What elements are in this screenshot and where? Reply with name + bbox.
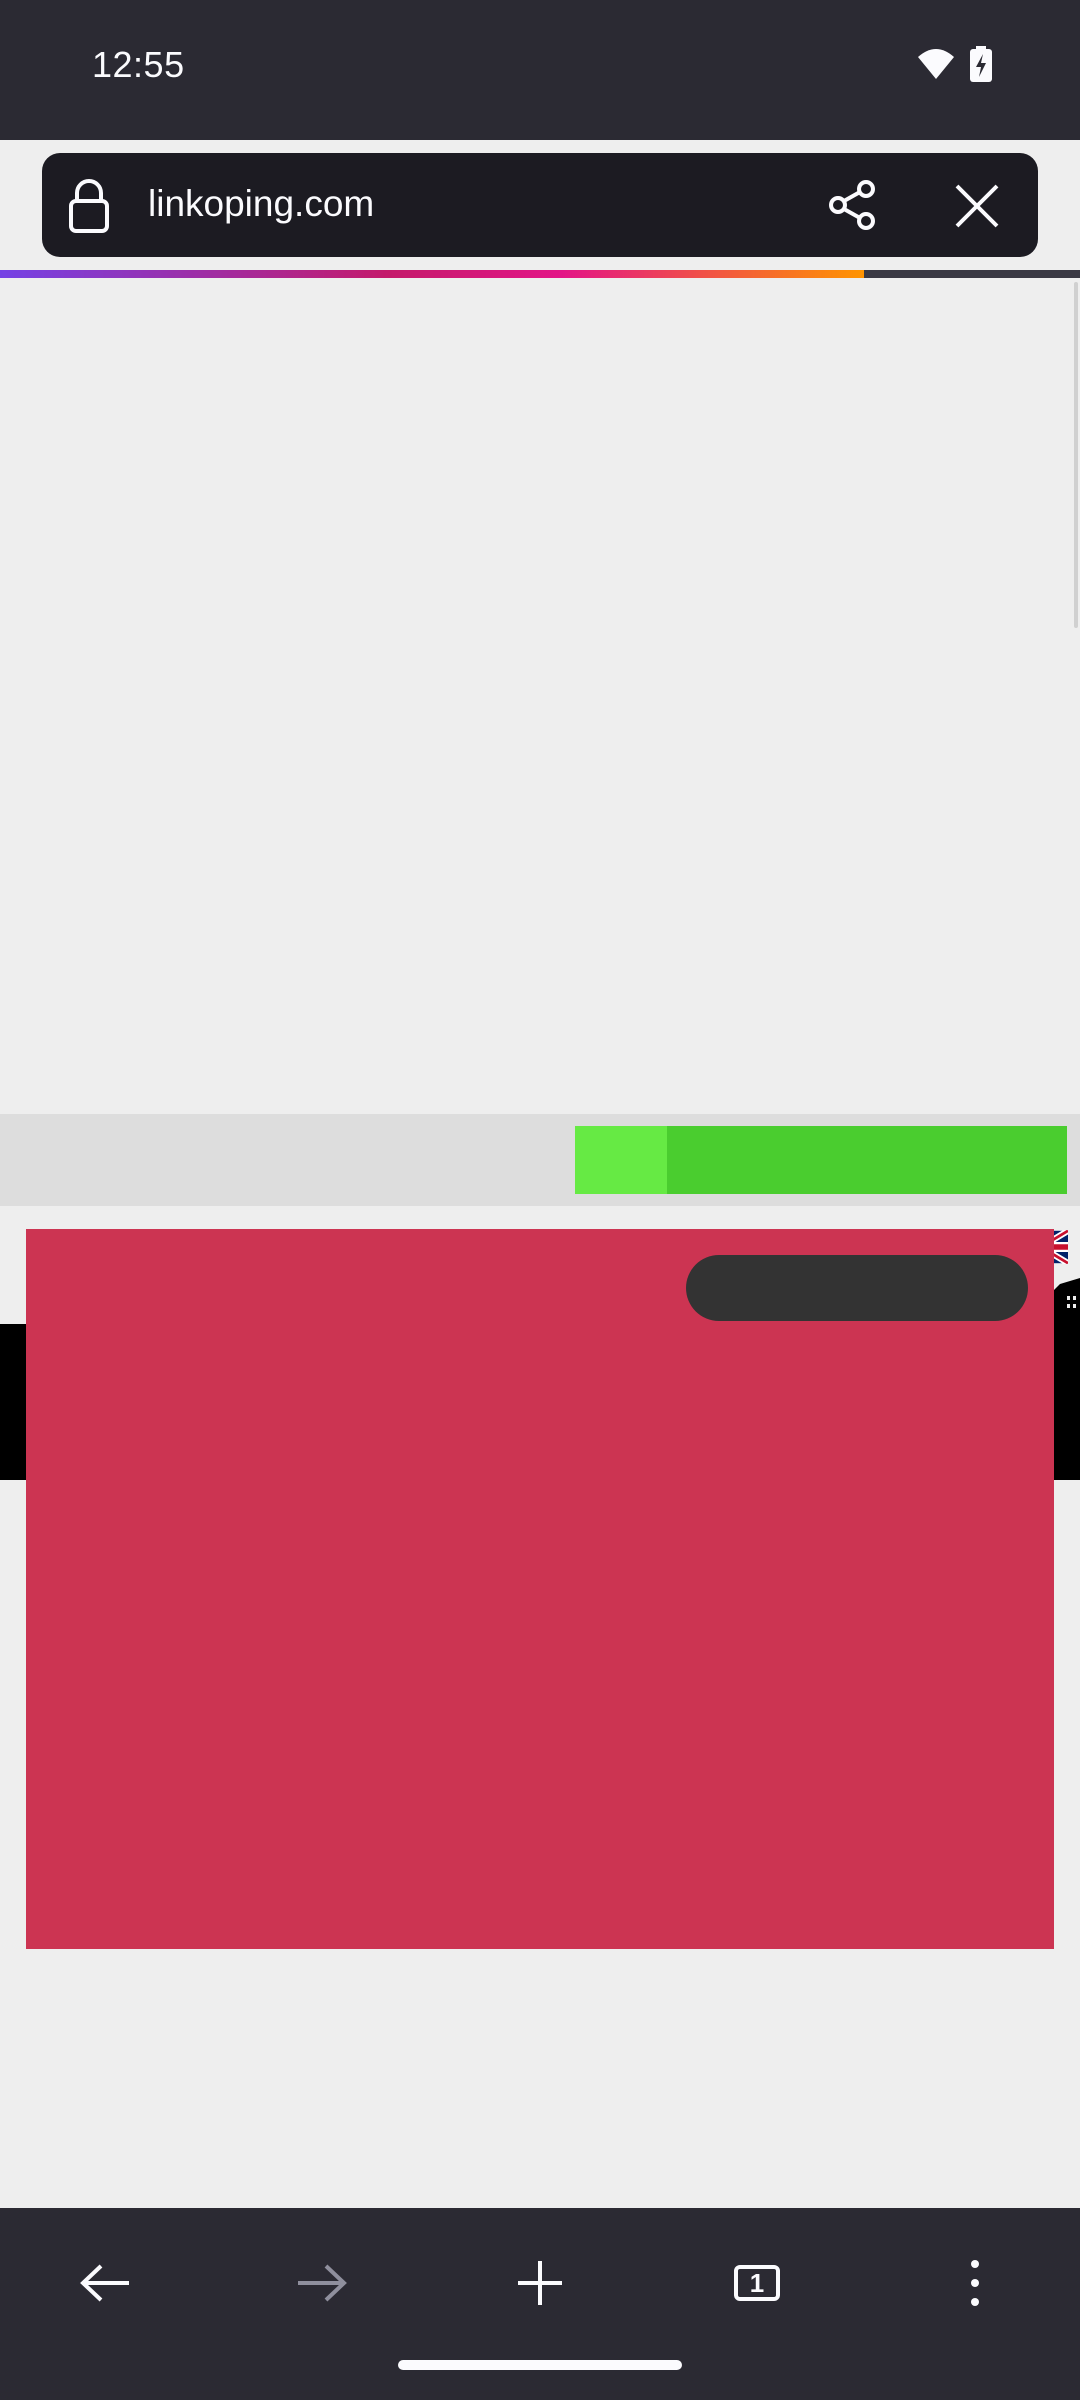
new-tab-button[interactable] xyxy=(490,2248,590,2318)
hero-pill-button[interactable] xyxy=(686,1255,1028,1321)
menu-button[interactable] xyxy=(925,2248,1025,2318)
ad-button-left[interactable] xyxy=(575,1126,667,1194)
bottom-toolbar: 1 xyxy=(0,2208,1080,2400)
hero-banner[interactable] xyxy=(26,1229,1054,1949)
url-bar[interactable]: linkoping.com xyxy=(42,153,1038,257)
scrollbar-thumb[interactable] xyxy=(1074,282,1078,628)
tabs-icon: 1 xyxy=(734,2265,780,2301)
battery-charging-icon xyxy=(970,46,992,82)
status-icons xyxy=(916,46,992,82)
ad-button-right[interactable] xyxy=(667,1126,1067,1194)
page-load-progress xyxy=(0,270,1080,278)
status-bar: 12:55 linkoping.com xyxy=(0,0,1080,257)
back-arrow-icon xyxy=(80,2264,129,2302)
wifi-icon xyxy=(918,49,954,79)
close-icon[interactable] xyxy=(954,183,1000,229)
url-text[interactable]: linkoping.com xyxy=(148,183,374,225)
tabs-button[interactable]: 1 xyxy=(707,2248,807,2318)
forward-arrow-icon xyxy=(298,2264,347,2302)
ad-banner[interactable] xyxy=(0,1114,1080,1206)
back-button[interactable] xyxy=(55,2248,155,2318)
page-load-progress-fill xyxy=(0,270,864,278)
plus-icon xyxy=(518,2261,562,2305)
status-time: 12:55 xyxy=(92,44,185,85)
more-vertical-icon xyxy=(971,2260,979,2306)
home-indicator[interactable] xyxy=(398,2360,682,2370)
forward-button[interactable] xyxy=(272,2248,372,2318)
share-icon[interactable] xyxy=(826,179,878,231)
lock-icon[interactable] xyxy=(68,179,110,233)
